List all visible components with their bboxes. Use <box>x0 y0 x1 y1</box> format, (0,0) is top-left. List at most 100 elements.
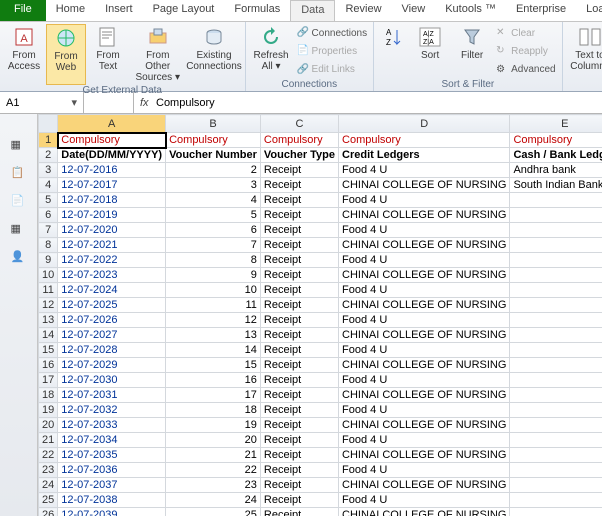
row-header[interactable]: 17 <box>39 373 58 388</box>
cell[interactable]: Compulsory <box>510 133 602 148</box>
gutter-icon[interactable]: 📋 <box>11 166 27 180</box>
cell[interactable]: Date(DD/MM/YYYY) <box>58 148 166 163</box>
cell[interactable] <box>510 478 602 493</box>
cell[interactable]: 12-07-2026 <box>58 313 166 328</box>
cell[interactable]: Receipt <box>260 193 338 208</box>
cell[interactable] <box>510 373 602 388</box>
properties-button[interactable]: 📄Properties <box>297 45 368 57</box>
cell[interactable]: 9 <box>166 268 261 283</box>
cell[interactable]: Receipt <box>260 253 338 268</box>
row-header[interactable]: 13 <box>39 313 58 328</box>
row-header[interactable]: 2 <box>39 148 58 163</box>
cell[interactable] <box>510 448 602 463</box>
cell[interactable] <box>510 463 602 478</box>
row-header[interactable]: 18 <box>39 388 58 403</box>
cell[interactable]: Receipt <box>260 208 338 223</box>
cell[interactable]: 22 <box>166 463 261 478</box>
tab-home[interactable]: Home <box>46 0 95 21</box>
cell[interactable]: Receipt <box>260 238 338 253</box>
cell[interactable]: 19 <box>166 418 261 433</box>
sort-button[interactable]: A|ZZ|A Sort <box>410 24 450 79</box>
row-header[interactable]: 19 <box>39 403 58 418</box>
row-header[interactable]: 14 <box>39 328 58 343</box>
tab-page-layout[interactable]: Page Layout <box>143 0 225 21</box>
cell[interactable]: 12-07-2021 <box>58 238 166 253</box>
cell[interactable] <box>510 223 602 238</box>
cell[interactable]: Voucher Number <box>166 148 261 163</box>
cell[interactable]: Voucher Type <box>260 148 338 163</box>
cell[interactable]: 3 <box>166 178 261 193</box>
cell[interactable]: Food 4 U <box>339 403 510 418</box>
cell[interactable]: Receipt <box>260 463 338 478</box>
cell[interactable]: 12-07-2036 <box>58 463 166 478</box>
col-header-E[interactable]: E <box>510 115 602 133</box>
spreadsheet-grid[interactable]: A B C D E F 1CompulsoryCompulsoryCompuls… <box>38 114 602 516</box>
cell[interactable]: Receipt <box>260 178 338 193</box>
cell[interactable]: 20 <box>166 433 261 448</box>
cell[interactable] <box>510 343 602 358</box>
row-header[interactable]: 23 <box>39 463 58 478</box>
row-header[interactable]: 15 <box>39 343 58 358</box>
cell[interactable]: 12 <box>166 313 261 328</box>
cell[interactable]: 12-07-2031 <box>58 388 166 403</box>
fx-icon[interactable]: fx <box>140 97 149 109</box>
tab-enterprise[interactable]: Enterprise <box>506 0 576 21</box>
tab-review[interactable]: Review <box>335 0 391 21</box>
cell[interactable]: CHINAI COLLEGE OF NURSING <box>339 388 510 403</box>
cell[interactable]: 12-07-2039 <box>58 508 166 516</box>
cell[interactable]: Cash / Bank Ledger <box>510 148 602 163</box>
cell[interactable]: South Indian Bank <box>510 178 602 193</box>
row-header[interactable]: 21 <box>39 433 58 448</box>
tab-file[interactable]: File <box>0 0 46 21</box>
col-header-B[interactable]: B <box>166 115 261 133</box>
cell[interactable]: CHINAI COLLEGE OF NURSING <box>339 238 510 253</box>
select-all-corner[interactable] <box>39 115 58 133</box>
cell[interactable]: Receipt <box>260 313 338 328</box>
cell[interactable] <box>510 298 602 313</box>
cell[interactable]: Receipt <box>260 493 338 508</box>
cell[interactable]: Receipt <box>260 268 338 283</box>
row-header[interactable]: 7 <box>39 223 58 238</box>
cell[interactable]: 12-07-2018 <box>58 193 166 208</box>
cell[interactable]: 12-07-2037 <box>58 478 166 493</box>
cell[interactable]: 17 <box>166 388 261 403</box>
cell[interactable]: Receipt <box>260 433 338 448</box>
cell[interactable]: Food 4 U <box>339 313 510 328</box>
cell[interactable]: 12-07-2020 <box>58 223 166 238</box>
cell[interactable]: 12-07-2038 <box>58 493 166 508</box>
cell[interactable] <box>510 418 602 433</box>
cell[interactable]: 25 <box>166 508 261 516</box>
cell[interactable]: Receipt <box>260 403 338 418</box>
cell[interactable]: CHINAI COLLEGE OF NURSING <box>339 418 510 433</box>
cell[interactable]: Receipt <box>260 358 338 373</box>
tab-data[interactable]: Data <box>290 0 335 21</box>
sort-az-button[interactable]: AZ <box>378 24 408 79</box>
cell[interactable]: Receipt <box>260 448 338 463</box>
cell[interactable]: Credit Ledgers <box>339 148 510 163</box>
cell[interactable]: CHINAI COLLEGE OF NURSING <box>339 358 510 373</box>
row-header[interactable]: 1 <box>39 133 58 148</box>
cell[interactable]: Receipt <box>260 388 338 403</box>
cell[interactable]: 18 <box>166 403 261 418</box>
cell[interactable]: CHINAI COLLEGE OF NURSING <box>339 328 510 343</box>
row-header[interactable]: 5 <box>39 193 58 208</box>
from-text-button[interactable]: From Text <box>88 24 128 85</box>
cell[interactable]: 12-07-2029 <box>58 358 166 373</box>
row-header[interactable]: 11 <box>39 283 58 298</box>
cell[interactable]: Receipt <box>260 298 338 313</box>
cell[interactable]: Compulsory <box>260 133 338 148</box>
cell[interactable]: Food 4 U <box>339 433 510 448</box>
cell[interactable] <box>510 433 602 448</box>
cell[interactable]: Receipt <box>260 508 338 516</box>
cell[interactable]: 12-07-2023 <box>58 268 166 283</box>
cell[interactable]: 2 <box>166 163 261 178</box>
row-header[interactable]: 20 <box>39 418 58 433</box>
edit-links-button[interactable]: 🔗Edit Links <box>297 64 368 76</box>
cell[interactable] <box>510 358 602 373</box>
cell[interactable] <box>510 493 602 508</box>
col-header-C[interactable]: C <box>260 115 338 133</box>
cell[interactable]: Receipt <box>260 418 338 433</box>
cell[interactable]: 14 <box>166 343 261 358</box>
cell[interactable]: Food 4 U <box>339 163 510 178</box>
cell[interactable]: 8 <box>166 253 261 268</box>
